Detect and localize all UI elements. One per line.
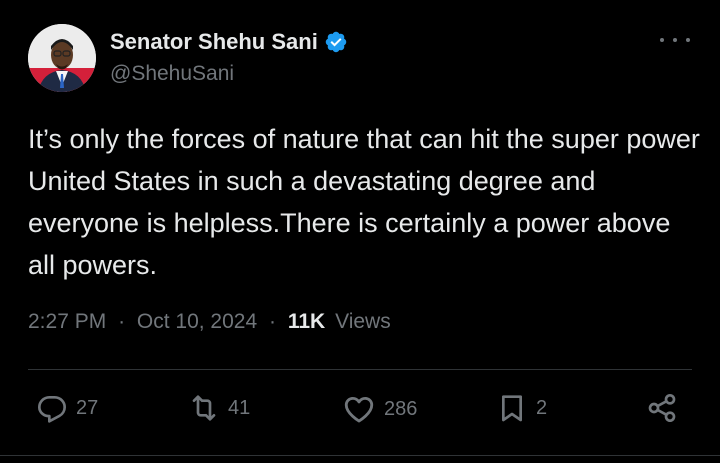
tweet-date[interactable]: Oct 10, 2024 — [137, 310, 257, 333]
share-button[interactable] — [646, 392, 678, 424]
like-button[interactable]: 286 — [342, 392, 417, 426]
repost-icon — [192, 395, 216, 421]
bottom-divider — [0, 455, 720, 456]
more-dot — [673, 38, 677, 42]
like-count: 286 — [384, 397, 418, 420]
repost-count: 41 — [228, 396, 251, 419]
action-bar: 27 41 286 2 — [36, 392, 686, 432]
reply-icon — [38, 396, 66, 423]
views-count[interactable]: 11K — [288, 310, 325, 333]
share-icon — [648, 394, 676, 422]
meta-separator: · — [118, 310, 126, 333]
meta-separator: · — [269, 310, 276, 333]
repost-button[interactable]: 41 — [188, 392, 250, 424]
more-dots-icon[interactable] — [660, 30, 690, 50]
tweet-header: Senator Shehu Sani @ShehuSani — [28, 24, 348, 92]
author-names: Senator Shehu Sani @ShehuSani — [110, 28, 348, 86]
bookmark-button[interactable]: 2 — [496, 392, 547, 424]
more-dot — [686, 38, 690, 42]
bookmark-count: 2 — [536, 396, 548, 419]
display-name-row: Senator Shehu Sani — [110, 28, 348, 56]
views-label: Views — [335, 310, 391, 333]
bookmark-icon — [502, 395, 522, 422]
tweet-meta: 2:27 PM · Oct 10, 2024 · 11K Views — [28, 310, 391, 334]
divider — [28, 369, 692, 370]
avatar-image — [28, 24, 96, 92]
verified-badge-icon[interactable] — [324, 30, 348, 54]
avatar[interactable] — [28, 24, 96, 92]
tweet-text: It’s only the forces of nature that can … — [28, 124, 700, 280]
heart-icon — [344, 396, 374, 423]
author-display-name[interactable]: Senator Shehu Sani — [110, 29, 318, 55]
reply-count: 27 — [76, 396, 99, 419]
author-handle[interactable]: @ShehuSani — [110, 62, 348, 86]
tweet-time[interactable]: 2:27 PM — [28, 310, 106, 333]
tweet-card: Senator Shehu Sani @ShehuSani It’s only … — [0, 0, 720, 463]
reply-button[interactable]: 27 — [36, 392, 98, 424]
more-dot — [660, 38, 664, 42]
